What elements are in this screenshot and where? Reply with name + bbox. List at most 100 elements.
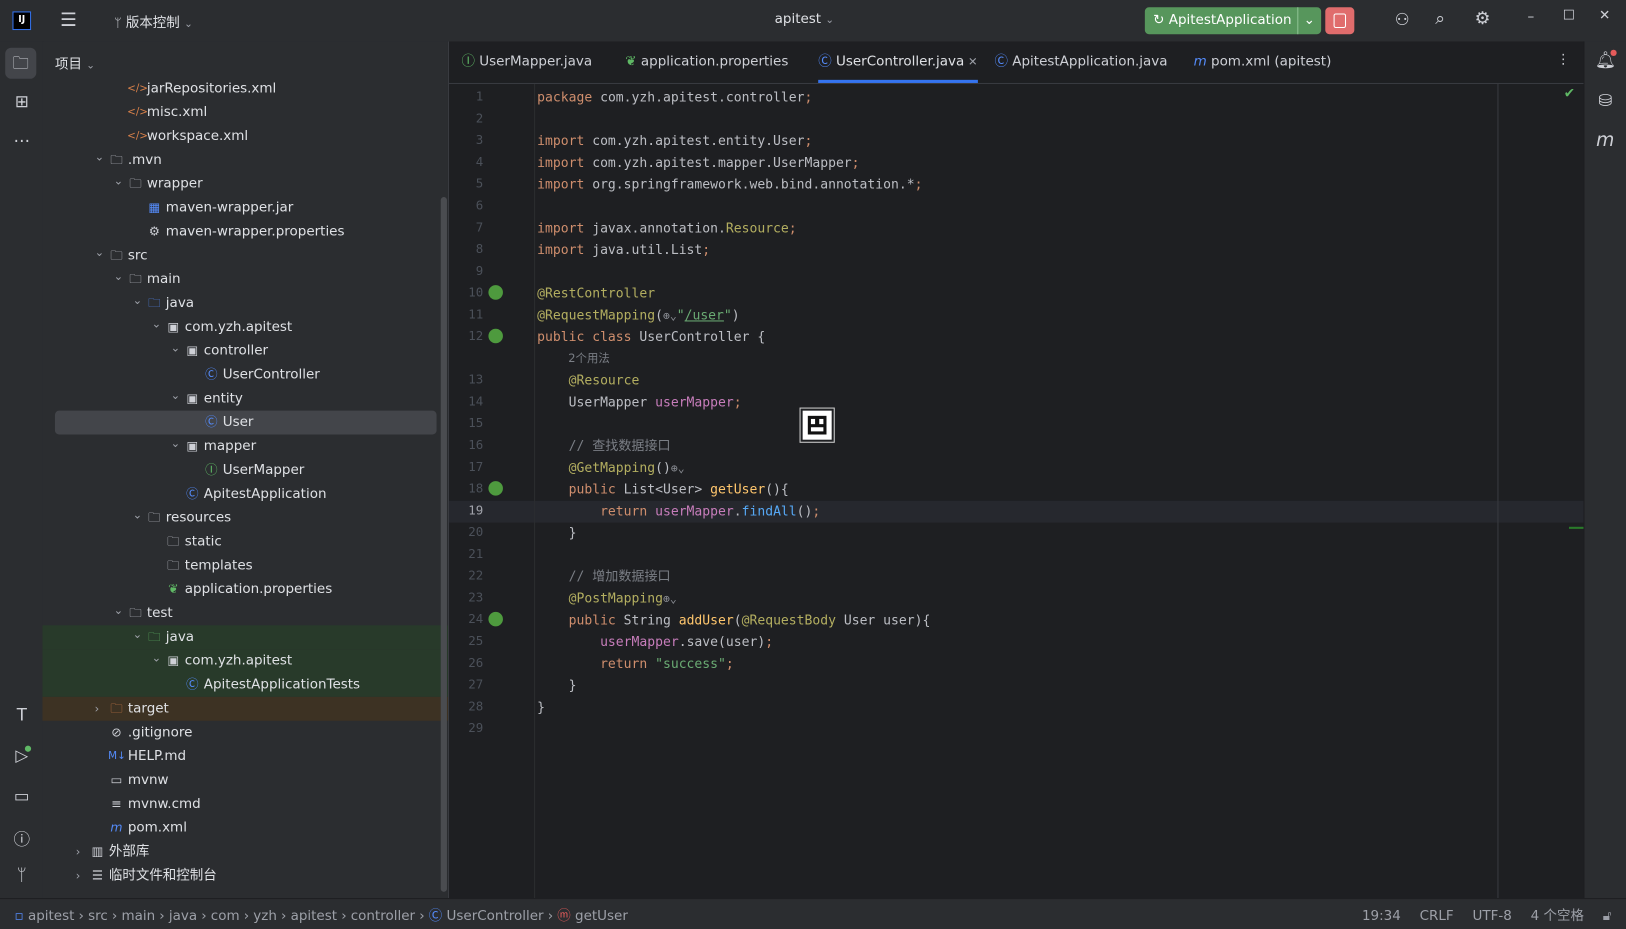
tree-row[interactable]: 🗀 static — [55, 530, 437, 554]
tab-usermapper-java[interactable]: Ⓘ UserMapper.java — [461, 41, 592, 82]
breadcrumb-item[interactable]: main — [121, 908, 155, 924]
chevron-down-icon[interactable]: ⌄ — [114, 598, 126, 622]
tree-row[interactable]: </> jarRepositories.xml — [55, 77, 437, 101]
chevron-right-icon[interactable]: › — [76, 864, 88, 888]
tree-row[interactable]: ⌄ 🗀 wrapper — [55, 172, 437, 196]
breadcrumb-item[interactable]: yzh — [253, 908, 277, 924]
build-hammer-icon[interactable]: T — [10, 705, 33, 728]
tree-row[interactable]: M↓ HELP.md — [55, 745, 437, 769]
breadcrumb-item[interactable]: getUser — [575, 908, 628, 924]
tree-row[interactable]: ⌄ ▣ com.yzh.apitest — [42, 646, 448, 674]
tree-row[interactable]: 🗀 templates — [55, 554, 437, 578]
chevron-down-icon[interactable]: ⌄ — [152, 646, 164, 670]
tab-pom-xml-apitest-[interactable]: m pom.xml (apitest) — [1194, 41, 1332, 82]
maximize-icon[interactable]: ☐ — [1563, 8, 1575, 24]
structure-icon[interactable]: ⊞ — [10, 91, 33, 114]
tab-application-properties[interactable]: ❦ application.properties — [625, 41, 788, 82]
tree-row[interactable]: ⌄ 🗀 java — [42, 622, 448, 650]
floating-widget-icon[interactable] — [800, 408, 834, 442]
tree-row[interactable]: Ⓒ ApitestApplication — [55, 482, 437, 506]
git-icon[interactable]: ᛘ — [10, 865, 33, 888]
tree-row[interactable]: Ⓒ UserController — [55, 363, 437, 387]
chevron-down-icon[interactable]: ⌄ — [133, 503, 145, 527]
breadcrumb-item[interactable]: apitest — [291, 908, 337, 924]
tree-row[interactable]: ⌄ ▣ com.yzh.apitest — [55, 315, 437, 339]
terminal-icon[interactable]: ▭ — [10, 786, 33, 809]
tree-row[interactable]: › ▥ 外部库 — [55, 840, 437, 864]
problems-icon[interactable]: ⓘ — [10, 825, 33, 850]
tree-row[interactable]: ≡ mvnw.cmd — [55, 792, 437, 816]
add-user-icon[interactable]: ⚇ — [1395, 9, 1410, 29]
tab-usercontroller-java[interactable]: Ⓒ UserController.java ✕ — [818, 41, 978, 83]
chevron-down-icon[interactable]: ⌄ — [1297, 7, 1315, 35]
line-ending[interactable]: CRLF — [1420, 908, 1454, 924]
tree-row[interactable]: ⌄ 🗀 resources — [55, 506, 437, 530]
chevron-down-icon[interactable]: ⌄ — [171, 384, 183, 408]
chevron-down-icon[interactable]: ⌄ — [152, 312, 164, 336]
run-icon[interactable]: ▷ — [10, 745, 33, 769]
tree-scrollbar[interactable] — [440, 197, 447, 892]
search-icon[interactable]: ⌕ — [1435, 8, 1445, 29]
tree-row[interactable]: ⌄ ▣ entity — [55, 387, 437, 411]
project-selector[interactable]: apitest ⌄ — [775, 11, 834, 27]
chevron-down-icon[interactable]: ⌄ — [133, 622, 145, 646]
chevron-right-icon[interactable]: › — [95, 697, 107, 721]
tree-row[interactable]: ⚙ maven-wrapper.properties — [55, 220, 437, 244]
tree-row[interactable]: ▭ mvnw — [55, 768, 437, 792]
caret-position[interactable]: 19:34 — [1362, 908, 1401, 924]
tree-row[interactable]: ⌄ ▣ mapper — [55, 435, 437, 459]
notifications-bell-icon[interactable]: 🔔︎ — [1594, 49, 1617, 73]
lock-icon[interactable]: 🔓︎ — [1603, 908, 1612, 924]
maven-icon[interactable]: m — [1594, 130, 1617, 153]
chevron-down-icon[interactable]: ⌄ — [95, 145, 107, 169]
project-panel-header[interactable]: 项目 ⌄ — [55, 53, 95, 73]
breadcrumb-item[interactable]: src — [88, 908, 108, 924]
run-config-button[interactable]: ↻ ApitestApplication ⌄ — [1144, 7, 1322, 35]
more-icon[interactable]: ⋯ — [10, 131, 33, 154]
tree-row[interactable]: ⌄ 🗀 java — [55, 291, 437, 315]
tree-row[interactable]: ❦ application.properties — [55, 578, 437, 602]
chevron-down-icon[interactable]: ⌄ — [171, 336, 183, 360]
tree-row[interactable]: › ☰ 临时文件和控制台 — [55, 864, 437, 888]
close-window-icon[interactable]: ✕ — [1599, 8, 1610, 24]
chevron-down-icon[interactable]: ⌄ — [114, 264, 126, 288]
tree-row[interactable]: ⌄ 🗀 test — [55, 601, 437, 625]
tree-row[interactable]: › 🗀 target — [42, 696, 448, 721]
minimize-icon[interactable]: – — [1528, 9, 1535, 25]
tree-row[interactable]: ⌄ ▣ controller — [55, 339, 437, 363]
chevron-right-icon[interactable]: › — [76, 840, 88, 864]
tree-row[interactable]: m pom.xml — [55, 816, 437, 840]
vcs-menu[interactable]: ᛘ 版本控制 ⌄ — [114, 11, 193, 32]
project-folder-icon[interactable]: 🗀 — [5, 47, 37, 79]
chevron-down-icon[interactable]: ⌄ — [95, 241, 107, 265]
chevron-down-icon[interactable]: ⌄ — [171, 431, 183, 455]
tree-row[interactable]: </> misc.xml — [55, 101, 437, 125]
hamburger-menu-icon[interactable]: ☰ — [60, 9, 77, 31]
tree-row[interactable]: ▦ maven-wrapper.jar — [55, 196, 437, 220]
tree-row[interactable]: Ⓒ User — [54, 410, 437, 435]
spring-bean-gutter-icon[interactable] — [488, 328, 503, 344]
inlay-usages-hint[interactable]: 2个用法 — [568, 347, 609, 369]
tree-row[interactable]: Ⓘ UserMapper — [55, 458, 437, 482]
more-tabs-icon[interactable]: ⋮ — [1557, 52, 1570, 68]
chevron-down-icon[interactable]: ⌄ — [114, 169, 126, 193]
file-encoding[interactable]: UTF-8 — [1473, 908, 1512, 924]
app-logo[interactable]: IJ — [12, 11, 32, 31]
code-view[interactable]: 1 package com.yzh.apitest.controller; 2 3 im… — [449, 83, 1585, 898]
tree-row[interactable]: Ⓒ ApitestApplicationTests — [42, 673, 448, 697]
database-icon[interactable]: ⛁ — [1594, 90, 1617, 113]
tab-apitestapplication-java[interactable]: Ⓒ ApitestApplication.java — [994, 41, 1167, 82]
gear-icon[interactable]: ⚙ — [1475, 8, 1491, 29]
breadcrumb-item[interactable]: java — [169, 908, 197, 924]
spring-bean-gutter-icon[interactable] — [488, 285, 503, 300]
web-endpoint-gutter-icon[interactable] — [488, 611, 503, 627]
tree-row[interactable]: ⌄ 🗀 .mvn — [55, 148, 437, 172]
breadcrumb-item[interactable]: UserController — [447, 908, 544, 924]
stop-button[interactable] — [1325, 7, 1355, 35]
close-tab-icon[interactable]: ✕ — [964, 55, 978, 68]
tree-row[interactable]: ⌄ 🗀 main — [55, 268, 437, 292]
chevron-down-icon[interactable]: ⌄ — [133, 288, 145, 312]
tree-row[interactable]: ⌄ 🗀 src — [55, 244, 437, 268]
web-endpoint-gutter-icon[interactable] — [488, 481, 503, 496]
tree-row[interactable]: </> workspace.xml — [55, 124, 437, 148]
